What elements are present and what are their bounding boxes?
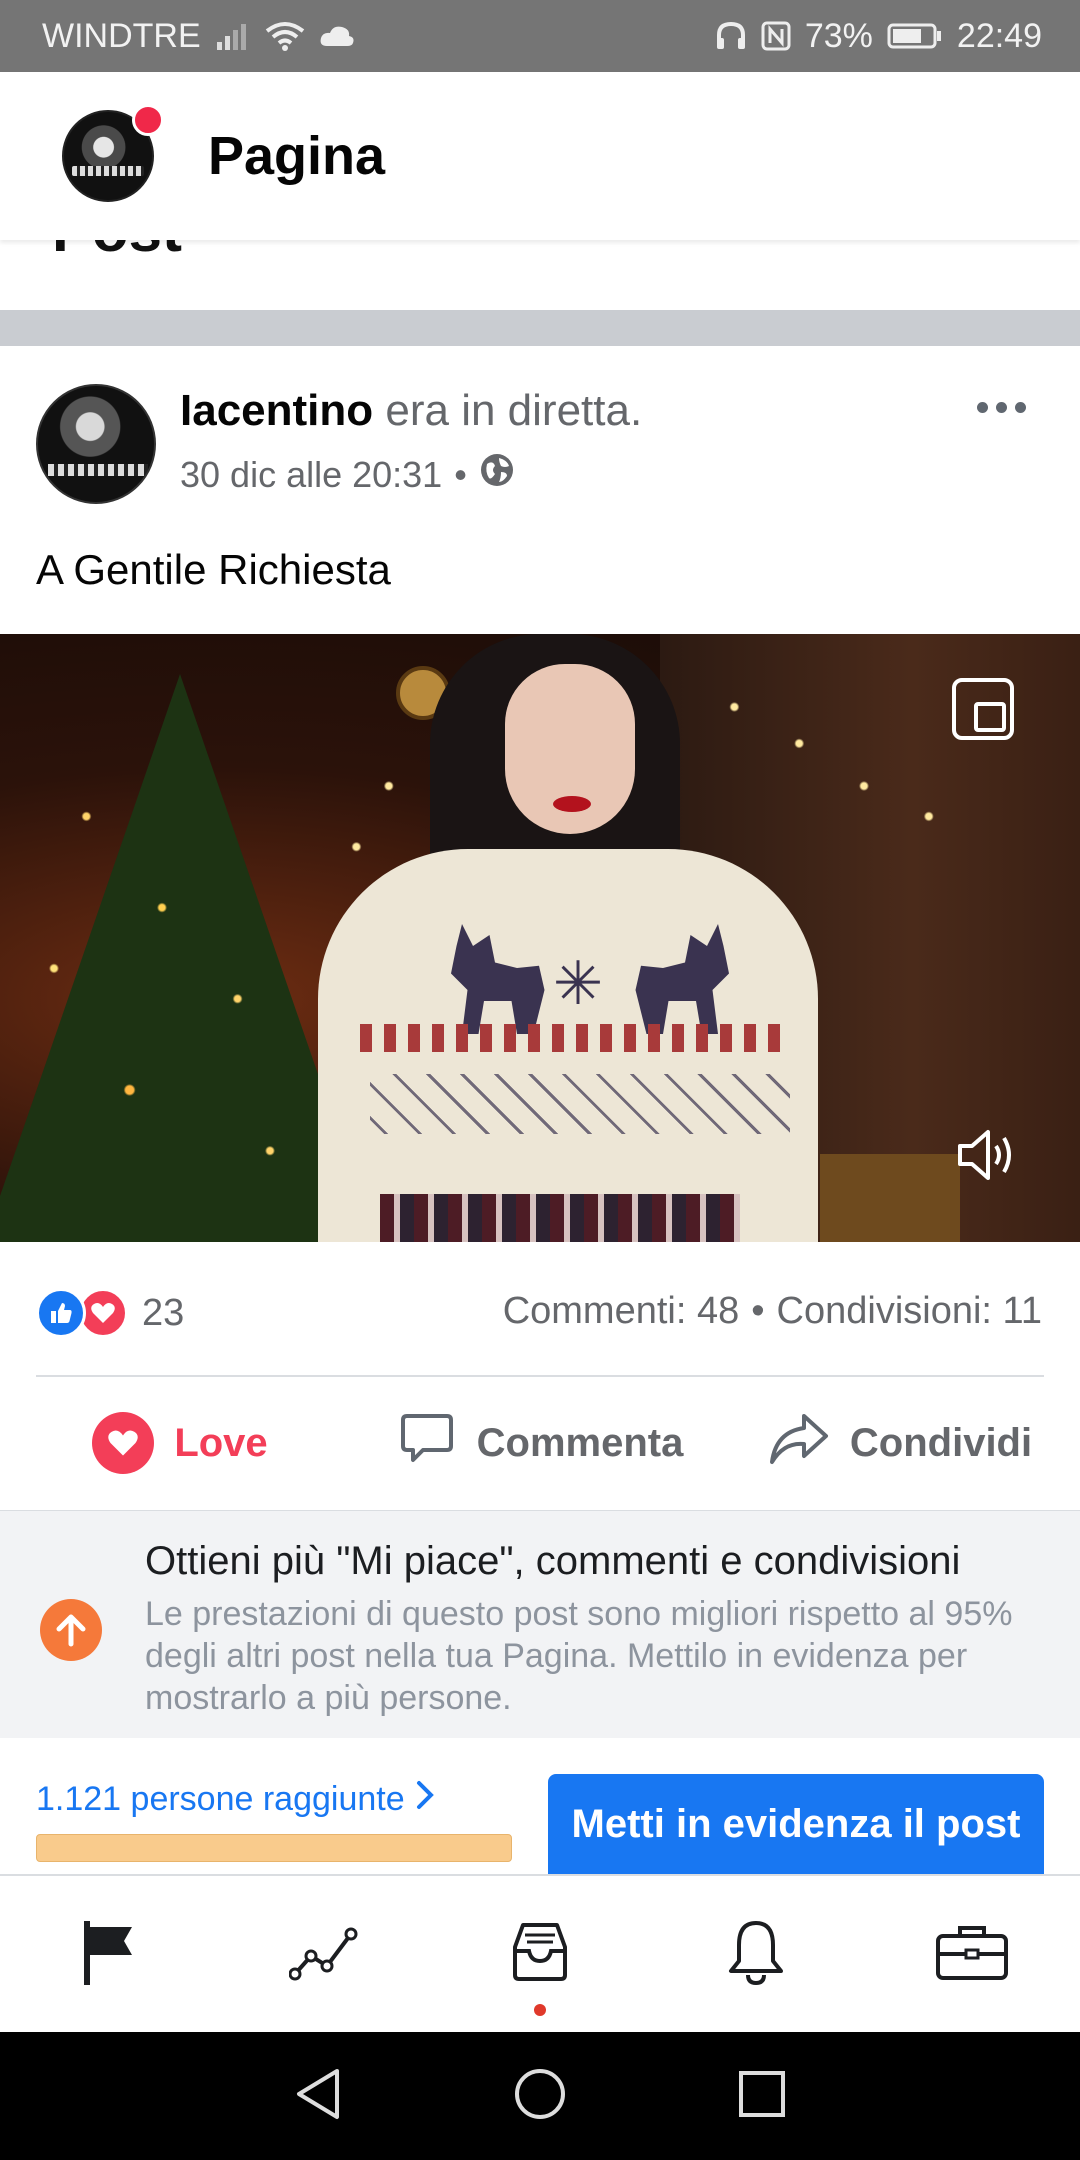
status-left: WINDTRE	[42, 17, 355, 56]
author-action: era in diretta.	[385, 386, 643, 435]
post-card: Iacentino era in diretta. 30 dic alle 20…	[0, 346, 1080, 593]
page-header: Pagina	[0, 72, 1080, 240]
video-skirt	[380, 1194, 740, 1242]
recents-icon[interactable]	[737, 2069, 787, 2124]
comment-share-counts: Commenti: 48 • Condivisioni: 11	[503, 1290, 1042, 1333]
signal-icon	[215, 22, 251, 50]
flag-icon	[78, 1917, 138, 1992]
like-reaction-icon	[36, 1288, 86, 1338]
love-label: Love	[174, 1420, 268, 1465]
post-actions: Love Commenta Condividi	[0, 1376, 1080, 1510]
reach-row: 1.121 persone raggiunte Metti in evidenz…	[0, 1738, 1080, 1874]
nfc-icon	[761, 21, 791, 51]
share-icon	[768, 1410, 830, 1476]
status-bar: WINDTRE 73% 22:49	[0, 0, 1080, 72]
counts-separator: •	[751, 1290, 765, 1332]
video-sweater-diamonds	[370, 1074, 790, 1134]
bottom-navigation	[0, 1874, 1080, 2032]
back-icon[interactable]	[293, 2067, 343, 2126]
inbox-icon	[505, 1917, 575, 1992]
globe-icon	[479, 452, 515, 497]
battery-percent: 73%	[804, 16, 873, 55]
nav-inbox[interactable]	[432, 1876, 648, 2032]
comments-count[interactable]: Commenti: 48	[503, 1290, 740, 1333]
carrier-label: WINDTRE	[42, 16, 201, 55]
reach-progress-bar	[36, 1834, 512, 1862]
status-right: 73% 22:49	[715, 17, 1042, 56]
section-divider	[0, 310, 1080, 346]
author-avatar[interactable]	[36, 384, 156, 504]
post-header: Iacentino era in diretta. 30 dic alle 20…	[0, 346, 1080, 516]
shares-count[interactable]: Condivisioni: 11	[777, 1290, 1042, 1333]
engagement-summary: 23 Commenti: 48 • Condivisioni: 11	[0, 1242, 1080, 1377]
nav-insights[interactable]	[216, 1876, 432, 2032]
arrow-up-icon	[40, 1599, 102, 1661]
inbox-notification-dot	[534, 2004, 546, 2016]
people-reached-label: 1.121 persone raggiunte	[36, 1780, 405, 1818]
boost-title: Ottieni più "Mi piace", commenti e condi…	[145, 1539, 961, 1583]
home-icon[interactable]	[513, 2067, 567, 2126]
volume-icon[interactable]	[954, 1120, 1024, 1190]
nav-tools[interactable]	[864, 1876, 1080, 2032]
boost-post-button[interactable]: Metti in evidenza il post	[548, 1774, 1044, 1874]
video-sweater-pattern	[360, 1024, 780, 1052]
comment-label: Commenta	[476, 1420, 684, 1465]
nav-notifications[interactable]	[648, 1876, 864, 2032]
headphones-icon	[715, 21, 747, 51]
post-meta: 30 dic alle 20:31 •	[180, 452, 515, 497]
picture-in-picture-icon[interactable]	[952, 678, 1014, 740]
comment-icon	[397, 1408, 457, 1478]
love-button[interactable]: Love	[0, 1412, 360, 1474]
post-timestamp[interactable]: 30 dic alle 20:31	[180, 454, 442, 496]
briefcase-icon	[934, 1922, 1010, 1987]
share-button[interactable]: Condividi	[720, 1410, 1080, 1476]
nav-page[interactable]	[0, 1876, 216, 2032]
author-line: Iacentino era in diretta.	[180, 386, 642, 436]
scrolled-section: Post	[0, 240, 1080, 310]
wifi-icon	[265, 21, 305, 51]
comment-button[interactable]: Commenta	[360, 1408, 720, 1478]
chevron-right-icon	[415, 1780, 435, 1819]
boost-description: Le prestazioni di questo post sono migli…	[145, 1595, 1013, 1717]
boost-suggestion: Ottieni più "Mi piace", commenti e condi…	[0, 1510, 1080, 1738]
page-avatar[interactable]	[62, 104, 164, 202]
meta-separator: •	[454, 453, 467, 495]
page-title: Pagina	[208, 126, 386, 186]
post-text: A Gentile Richiesta	[36, 546, 391, 593]
reactions-count: 23	[142, 1291, 185, 1334]
author-name[interactable]: Iacentino	[180, 386, 373, 435]
video-snowflake: ✳	[552, 950, 604, 1017]
video-presents	[820, 1154, 960, 1242]
section-title-partial: Post	[52, 240, 182, 265]
reactions-summary[interactable]: 23	[36, 1288, 184, 1338]
bell-icon	[723, 1917, 789, 1992]
notification-dot	[132, 104, 164, 136]
share-label: Condividi	[849, 1420, 1033, 1465]
love-icon	[92, 1412, 155, 1474]
system-navigation-bar	[0, 2032, 1080, 2160]
more-options-button[interactable]	[977, 402, 1026, 413]
video-person-lips	[553, 796, 591, 812]
insights-icon	[288, 1922, 359, 1987]
cloud-icon	[319, 24, 355, 48]
live-video-player[interactable]: ✳	[0, 634, 1080, 1242]
people-reached-link[interactable]: 1.121 persone raggiunte	[36, 1780, 435, 1819]
clock: 22:49	[956, 16, 1042, 55]
battery-icon	[887, 22, 943, 50]
